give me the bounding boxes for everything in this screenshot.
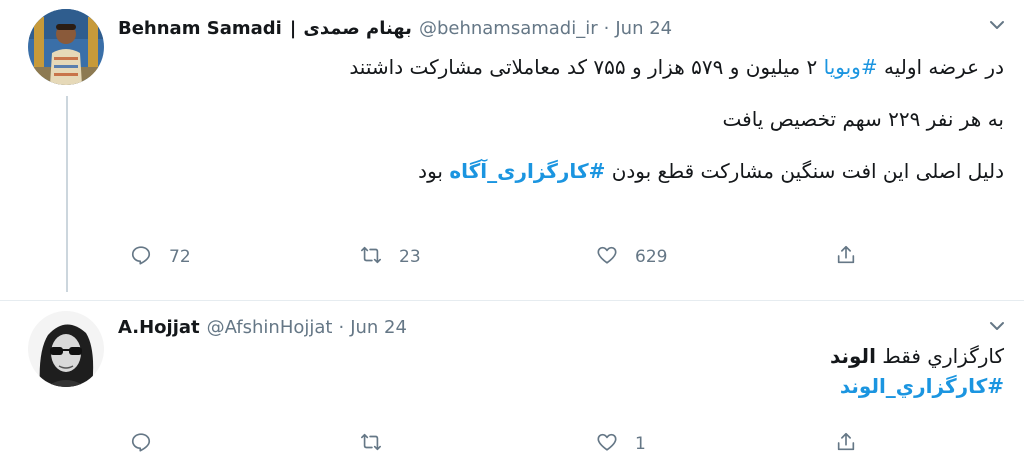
- tweet-line: به هر نفر ۲۲۹ سهم تخصیص یافت: [349, 104, 1004, 134]
- author-name[interactable]: A.Hojjat: [118, 317, 200, 338]
- tweet-text: کارگزاري فقط الوند #کارگزاري_الوند: [830, 341, 1004, 401]
- tweet-text: در عرضه اولیه #وبویا ۲ میلیون و ۵۷۹ هزار…: [349, 52, 1004, 186]
- author-name-persian[interactable]: بهنام صمدی: [303, 18, 412, 39]
- tweet-header: Behnam Samadi | بهنام صمدی @behnamsamadi…: [118, 14, 672, 42]
- like-icon: [596, 244, 618, 270]
- like-icon: [596, 431, 618, 457]
- tweet-date[interactable]: Jun 24: [615, 18, 672, 39]
- header-dot: ·: [338, 316, 345, 338]
- tweet-behnam-samadi[interactable]: Behnam Samadi | بهنام صمدی @behnamsamadi…: [0, 0, 1024, 301]
- text-segment-bold: الوند: [829, 344, 876, 368]
- retweet-icon: [360, 244, 382, 270]
- text-segment: ۲ میلیون و ۵۷۹ هزار و ۷۵۵ کد معاملاتی مش…: [349, 55, 824, 79]
- tweet-header: A.Hojjat @AfshinHojjat · Jun 24: [118, 313, 407, 341]
- share-icon: [835, 431, 857, 457]
- chevron-down-icon[interactable]: [988, 317, 1006, 335]
- text-segment: بود: [418, 159, 450, 183]
- retweet-count: 23: [399, 247, 421, 267]
- avatar[interactable]: [28, 311, 104, 387]
- hashtag-link[interactable]: #وبویا: [824, 55, 878, 79]
- tweet-actions: 72 23 629: [130, 243, 870, 271]
- reply-button[interactable]: 72: [130, 243, 191, 271]
- reply-count: 72: [169, 247, 191, 267]
- retweet-button[interactable]: [360, 430, 399, 458]
- header-dot: ·: [603, 17, 610, 39]
- text-segment: دلیل اصلی این افت سنگین مشارکت قطع بودن: [605, 159, 1004, 183]
- retweet-button[interactable]: 23: [360, 243, 421, 271]
- avatar[interactable]: [28, 9, 104, 85]
- author-handle[interactable]: @AfshinHojjat: [207, 317, 333, 338]
- tweet-actions: 1: [130, 430, 870, 458]
- text-segment: در عرضه اولیه: [877, 55, 1004, 79]
- text-segment: به هر نفر ۲۲۹ سهم تخصیص یافت: [722, 107, 1004, 131]
- share-icon: [835, 244, 857, 270]
- text-segment: کارگزاري فقط: [875, 344, 1004, 368]
- tweet-line: دلیل اصلی این افت سنگین مشارکت قطع بودن …: [349, 156, 1004, 186]
- author-handle[interactable]: @behnamsamadi_ir: [419, 18, 598, 39]
- tweet-line: #کارگزاري_الوند: [830, 371, 1004, 401]
- like-button[interactable]: 629: [596, 243, 667, 271]
- retweet-icon: [360, 431, 382, 457]
- hashtag-link[interactable]: #کارگزاری_آگاه: [449, 159, 605, 183]
- tweet-a-hojjat[interactable]: A.Hojjat @AfshinHojjat · Jun 24 کارگزاري…: [0, 301, 1024, 473]
- reply-icon: [130, 431, 152, 457]
- tweet-line: در عرضه اولیه #وبویا ۲ میلیون و ۵۷۹ هزار…: [349, 52, 1004, 82]
- reply-button[interactable]: [130, 430, 169, 458]
- reply-icon: [130, 244, 152, 270]
- like-count: 1: [635, 434, 646, 454]
- tweet-line: کارگزاري فقط الوند: [830, 341, 1004, 371]
- hashtag-link[interactable]: #کارگزاري_الوند: [840, 374, 1004, 398]
- like-count: 629: [635, 247, 668, 267]
- share-button[interactable]: [835, 243, 857, 271]
- tweet-date[interactable]: Jun 24: [350, 317, 407, 338]
- like-button[interactable]: 1: [596, 430, 646, 458]
- chevron-down-icon[interactable]: [988, 16, 1006, 34]
- author-name[interactable]: Behnam Samadi: [118, 18, 282, 39]
- author-name-separator: |: [289, 17, 297, 39]
- share-button[interactable]: [835, 430, 857, 458]
